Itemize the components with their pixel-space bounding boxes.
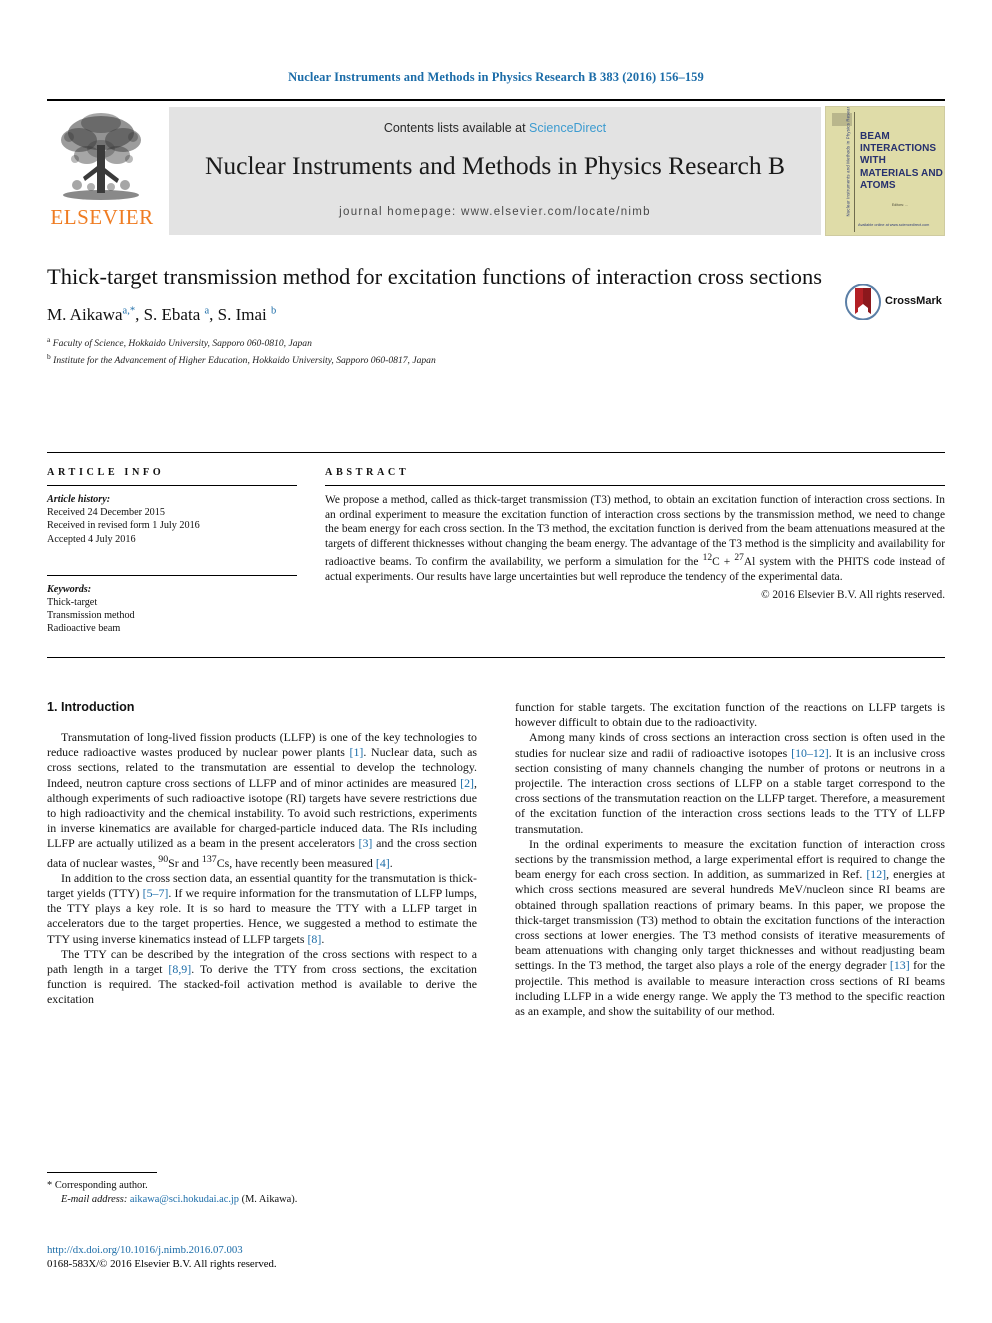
affiliation-b-text: Institute for the Advancement of Higher … xyxy=(53,354,436,366)
left-column: 1. Introduction Transmutation of long-li… xyxy=(47,700,477,1008)
paragraph: Among many kinds of cross sections an in… xyxy=(515,730,946,836)
affiliation-b: b Institute for the Advancement of Highe… xyxy=(47,351,436,366)
article-info-heading: ARTICLE INFO xyxy=(47,467,165,478)
affiliation-a-text: Faculty of Science, Hokkaido University,… xyxy=(52,338,312,350)
crossmark-badge-group[interactable]: CrossMark xyxy=(845,284,945,324)
journal-masthead: ELSEVIER Contents lists available at Sci… xyxy=(47,99,945,241)
running-head: Nuclear Instruments and Methods in Physi… xyxy=(288,70,704,84)
cover-spine: Nuclear Instruments and Methods in Physi… xyxy=(832,106,855,232)
paragraph: Transmutation of long-lived fission prod… xyxy=(47,730,477,870)
paragraph: The TTY can be described by the integrat… xyxy=(47,946,478,1007)
article-title-block: Thick-target transmission method for exc… xyxy=(47,262,945,368)
contents-available-line: Contents lists available at ScienceDirec… xyxy=(169,121,821,135)
abstract-copyright: © 2016 Elsevier B.V. All rights reserved… xyxy=(761,589,945,602)
doi-link[interactable]: http://dx.doi.org/10.1016/j.nimb.2016.07… xyxy=(47,1243,477,1257)
doi-block: http://dx.doi.org/10.1016/j.nimb.2016.07… xyxy=(47,1243,477,1271)
keyword-item: Transmission method xyxy=(47,610,135,622)
sciencedirect-link[interactable]: ScienceDirect xyxy=(529,121,606,135)
journal-banner: Contents lists available at ScienceDirec… xyxy=(169,107,821,235)
journal-homepage-link[interactable]: journal homepage: www.elsevier.com/locat… xyxy=(169,206,821,218)
keyword-item: Radioactive beam xyxy=(47,623,121,635)
affiliation-list: a Faculty of Science, Hokkaido Universit… xyxy=(47,334,945,368)
section-heading-introduction: 1. Introduction xyxy=(47,700,135,714)
footnote-rule xyxy=(47,1172,157,1173)
keywords-label: Keywords: xyxy=(47,583,92,595)
cover-spine-text: Nuclear Instruments and Methods in Physi… xyxy=(845,106,851,217)
email-label: E-mail address: xyxy=(61,1193,128,1205)
elsevier-wordmark: ELSEVIER xyxy=(50,205,154,229)
email-suffix: (M. Aikawa). xyxy=(241,1193,298,1205)
journal-cover-thumbnail: Nuclear Instruments and Methods in Physi… xyxy=(825,106,945,236)
right-column: function for stable targets. The excitat… xyxy=(515,700,945,1019)
crossmark-label: CrossMark xyxy=(885,295,942,307)
paragraph: In the ordinal experiments to measure th… xyxy=(515,836,946,1019)
issn-copyright-line: 0168-583X/© 2016 Elsevier B.V. All right… xyxy=(47,1258,277,1270)
article-history-label: Article history: xyxy=(47,494,111,505)
paragraph: function for stable targets. The excitat… xyxy=(515,700,945,730)
corresponding-author-text: Corresponding author. xyxy=(54,1180,148,1191)
footnote-block: * Corresponding author. E-mail address: … xyxy=(47,1172,477,1206)
article-title: Thick-target transmission method for exc… xyxy=(47,264,823,289)
article-info-rule xyxy=(47,485,297,486)
history-item: Received in revised form 1 July 2016 xyxy=(47,520,200,532)
history-item: Accepted 4 July 2016 xyxy=(47,533,136,545)
journal-title: Nuclear Instruments and Methods in Physi… xyxy=(204,151,785,180)
contents-prefix: Contents lists available at xyxy=(383,121,530,135)
asterisk-icon: * xyxy=(47,1180,53,1191)
keywords-rule xyxy=(47,574,297,576)
history-item: Received 24 December 2015 xyxy=(47,507,165,519)
cover-title: BEAM INTERACTIONS WITH MATERIALS AND ATO… xyxy=(860,131,943,191)
info-abstract-band: ARTICLE INFO Article history: Received 2… xyxy=(47,452,945,658)
article-info-column: ARTICLE INFO Article history: Received 2… xyxy=(47,467,297,636)
cover-bottom-text: Available online at www.sciencedirect.co… xyxy=(858,223,930,227)
keyword-item: Thick-target xyxy=(47,597,98,609)
abstract-text: We propose a method, called as thick-tar… xyxy=(325,494,945,583)
author-list: M. Aikawaa,*, S. Ebata a, S. Imai b xyxy=(47,305,277,324)
keywords-block: Keywords: Thick-target Transmission meth… xyxy=(47,583,297,636)
abstract-column: ABSTRACT We propose a method, called as … xyxy=(325,467,945,601)
article-history-block: Article history: Received 24 December 20… xyxy=(47,493,297,546)
email-link[interactable]: aikawa@sci.hokudai.ac.jp xyxy=(130,1194,239,1205)
corresponding-author-note: * Corresponding author. xyxy=(47,1179,477,1193)
paragraph: In addition to the cross section data, a… xyxy=(47,870,478,946)
abstract-heading: ABSTRACT xyxy=(325,467,410,478)
abstract-rule xyxy=(325,485,945,486)
cover-editors-text: Editors: ... xyxy=(891,203,909,207)
affiliation-a: a Faculty of Science, Hokkaido Universit… xyxy=(47,335,312,350)
crossmark-icon[interactable] xyxy=(845,284,881,320)
email-note: E-mail address: aikawa@sci.hokudai.ac.jp… xyxy=(47,1193,477,1207)
paper-page: Nuclear Instruments and Methods in Physi… xyxy=(0,0,992,1323)
